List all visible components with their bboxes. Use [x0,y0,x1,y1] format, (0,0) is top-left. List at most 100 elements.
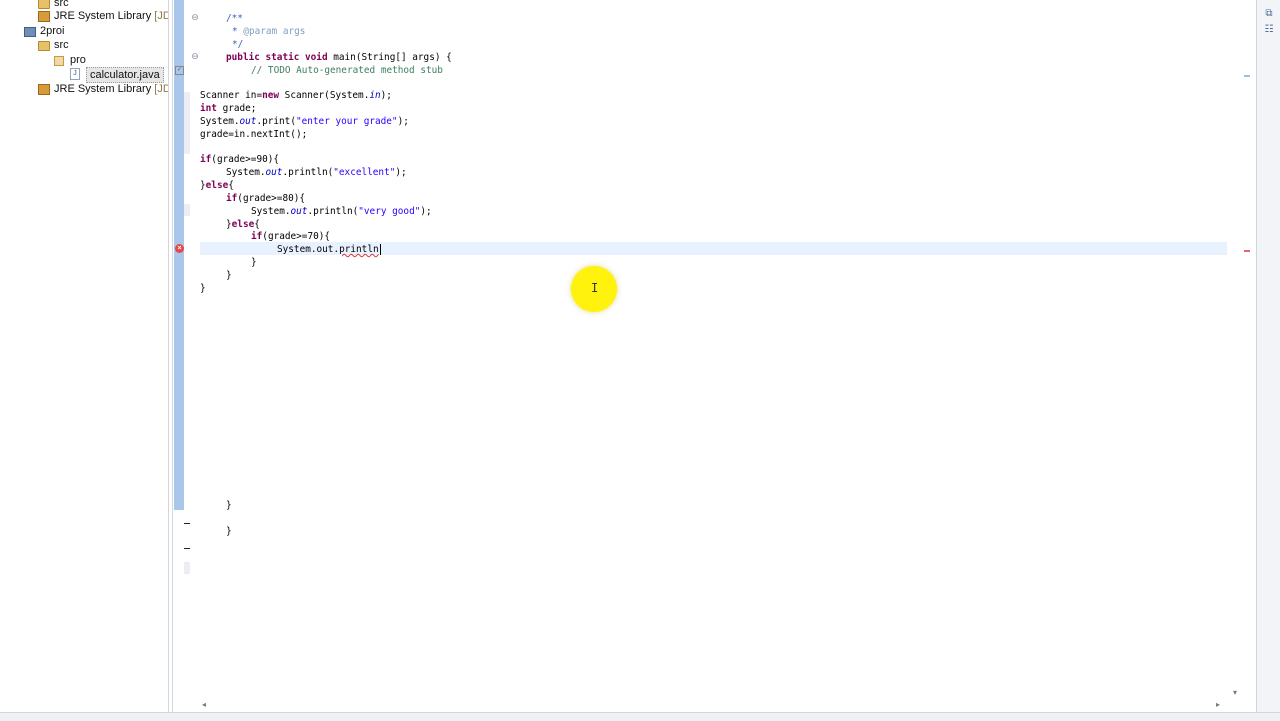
code-token: } [251,257,257,268]
code-token: out [290,206,308,217]
code-token: System.out. [277,244,340,255]
code-line: System.out.print("enter your grade"); [200,115,409,128]
code-line: // TODO Auto-generated method stub [251,64,443,77]
tree-item-label: JRE System Library [54,10,152,22]
code-line: grade=in.nextInt(); [200,128,307,141]
outline-icon[interactable]: ☷ [1263,24,1275,36]
quick-diff-gutter [184,0,190,580]
overview-ruler[interactable] [1240,0,1252,700]
quick-diff-mark [184,92,190,154]
code-token-error: println [339,244,379,255]
code-token: in [369,90,381,101]
code-token: .println( [307,206,359,217]
scroll-down-icon[interactable]: ▾ [1233,688,1237,697]
code-token: else [231,219,255,230]
code-token: main(String[] args) { [327,52,452,63]
quick-diff-mark [184,204,190,216]
code-token: System. [226,167,266,178]
folder-icon [38,41,50,51]
code-line: } [226,269,232,282]
scroll-right-icon[interactable]: ▸ [1216,700,1220,709]
code-token: @param [243,26,278,37]
scroll-left-icon[interactable]: ◂ [202,700,206,709]
code-token: } [226,270,232,281]
horizontal-scrollbar[interactable]: ◂ ▸ [198,700,1228,710]
package-explorer: src JRE System Library [JDK] 2proi src p… [0,0,169,720]
code-token: } [226,500,232,511]
project-icon [24,27,36,37]
code-line: System.out.println("very good"); [251,205,432,218]
code-token: ); [395,167,407,178]
code-line: } [200,282,206,295]
code-line: System.out.println("excellent"); [226,166,407,179]
tree-item-label: JRE System Library [54,83,152,95]
code-line: } [226,525,232,538]
code-token: { [228,180,234,191]
code-token: (grade>=90){ [211,154,280,165]
code-editor[interactable] [172,0,1255,712]
ruler-error-mark[interactable] [1244,250,1250,252]
code-token: (grade>=80){ [237,193,306,204]
code-token: if [200,154,212,165]
fold-toggle-icon[interactable]: ⊖ [191,13,199,22]
code-token: Scanner(System. [279,90,370,101]
package-icon [54,56,64,66]
code-token: } [226,526,232,537]
code-token: new [262,90,280,101]
code-token: // TODO Auto-generated method stub [251,65,443,76]
code-token: out [239,116,257,127]
code-token: ); [397,116,409,127]
code-token: int [200,103,217,114]
editor-annotation-bar [174,0,184,510]
code-line: if(grade>=70){ [251,230,330,243]
code-token: System. [251,206,291,217]
error-icon[interactable]: × [175,244,184,253]
code-line: }else{ [200,179,234,192]
tree-item-label: src [54,39,69,51]
java-file-icon: J [70,68,80,80]
code-token: grade; [216,103,257,114]
folder-icon [38,0,50,9]
code-token: (grade>=70){ [262,231,331,242]
code-line: int grade; [200,102,256,115]
code-token: ); [380,90,392,101]
code-line: Scanner in=new Scanner(System.in); [200,89,392,102]
code-line-current[interactable]: System.out.println [277,243,381,256]
code-line: */ [232,38,243,51]
view-toolbar: ⧉ ☷ [1256,0,1280,712]
library-icon [38,84,50,95]
code-line: } [251,256,257,269]
code-token: grade=in.nextInt(); [200,129,308,140]
tree-item-label: pro [70,54,86,66]
code-token: out [265,167,283,178]
code-token: */ [232,39,244,50]
code-line: * @param args [232,26,306,37]
code-line: if(grade>=90){ [200,153,279,166]
code-token: args [277,26,306,37]
restore-icon[interactable]: ⧉ [1263,8,1275,20]
ruler-mark[interactable] [1244,75,1250,77]
quick-diff-mark [184,562,190,574]
code-token: if [226,193,238,204]
code-token: { [254,219,260,230]
code-line: /** [226,12,243,25]
code-line: } [226,499,232,512]
tree-item-tag: [JDK] [154,83,168,95]
code-token: "enter your grade" [295,116,398,127]
fold-toggle-icon[interactable]: ⊖ [191,52,199,61]
quick-diff-deletion-mark [184,548,190,549]
code-token: .print( [256,116,296,127]
text-caret [379,244,381,255]
code-token: /** [226,13,243,24]
ibeam-cursor-icon: I [591,281,599,295]
tree-item-label: calculator.java [86,67,164,83]
code-token: Scanner in= [200,90,263,101]
library-icon [38,11,50,22]
code-token: } [200,283,206,294]
code-token: "excellent" [333,167,396,178]
tree-item-label: 2proi [40,25,65,37]
code-token: "very good" [358,206,421,217]
code-token: public static void [226,52,328,63]
code-line: if(grade>=80){ [226,192,305,205]
code-token: if [251,231,263,242]
